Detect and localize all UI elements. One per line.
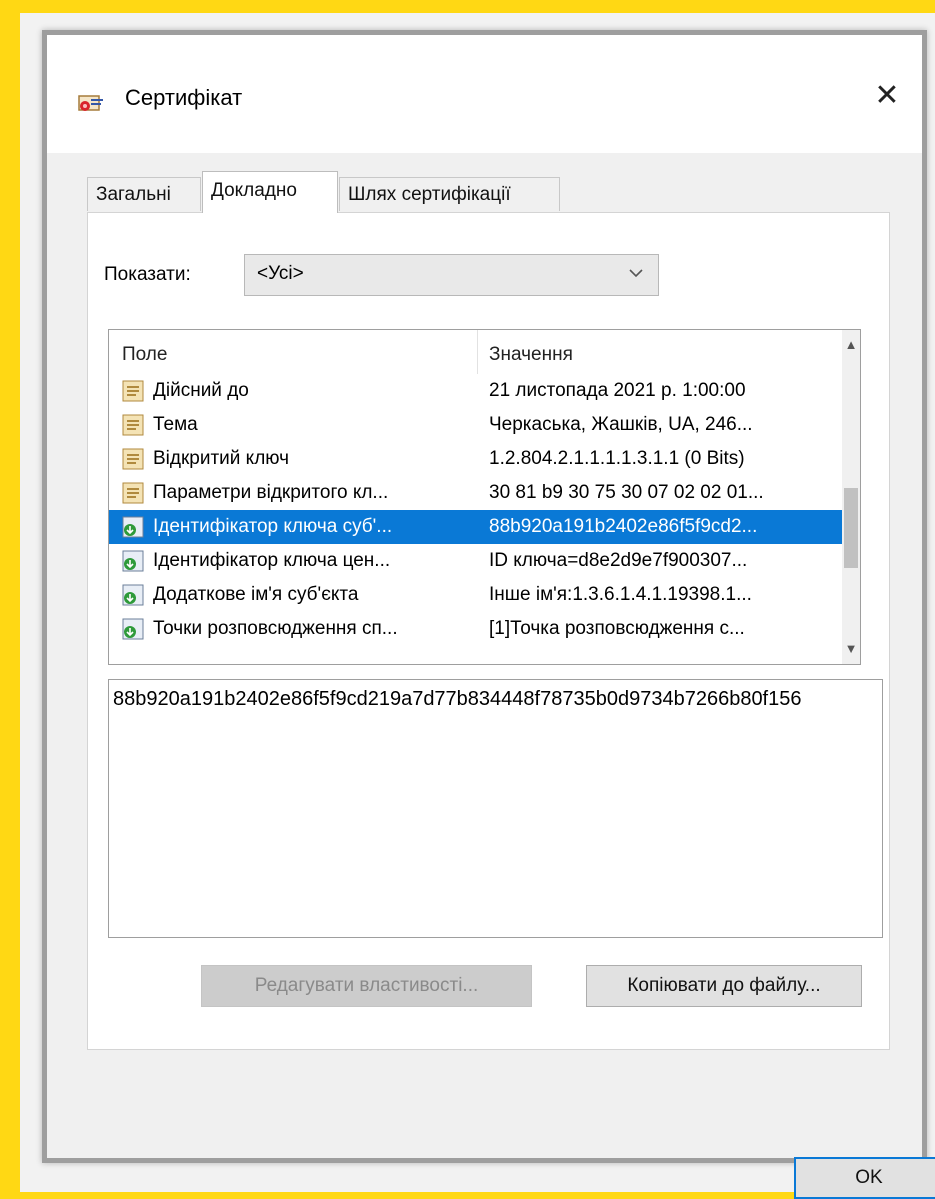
row-value: 1.2.804.2.1.1.1.1.3.1.1 (0 Bits)	[489, 448, 745, 469]
tab-certification-path[interactable]: Шлях сертифікації	[339, 177, 560, 211]
row-field: Параметри відкритого кл...	[153, 482, 389, 503]
row-field: Додаткове ім'я суб'єкта	[153, 584, 359, 605]
ok-button[interactable]: OK	[794, 1157, 935, 1199]
certificate-dialog: Сертифікат ✕ Загальні Докладно Шлях серт…	[42, 30, 935, 1199]
column-separator[interactable]	[477, 330, 478, 374]
edit-properties-button[interactable]: Редагувати властивості...	[201, 965, 532, 1007]
row-value: 30 81 b9 30 75 30 07 02 02 01...	[489, 482, 764, 503]
list-scrollbar[interactable]: ▲ ▼	[842, 330, 860, 664]
row-value: Черкаська, Жашків, UA, 246...	[489, 414, 753, 435]
row-value: 21 листопада 2021 р. 1:00:00	[489, 380, 746, 401]
field-value-textbox[interactable]: 88b920a191b2402e86f5f9cd219a7d77b834448f…	[108, 679, 883, 938]
fields-list[interactable]: Поле Значення Дійсний до 21 листопада 20…	[108, 329, 861, 665]
row-value: 88b920a191b2402e86f5f9cd2...	[489, 516, 758, 537]
title-bar: Сертифікат ✕	[47, 35, 922, 153]
list-row[interactable]: Додаткове ім'я суб'єкта Інше ім'я:1.3.6.…	[109, 578, 843, 612]
row-value: [1]Точка розповсюдження с...	[489, 618, 745, 639]
row-field: Тема	[153, 414, 198, 435]
show-label: Показати:	[104, 264, 191, 285]
row-field: Дійсний до	[153, 380, 249, 401]
list-row[interactable]: Ідентифікатор ключа цен... ID ключа=d8e2…	[109, 544, 843, 578]
dialog-content: Загальні Докладно Шлях сертифікації Пока…	[77, 153, 935, 1199]
row-value: Інше ім'я:1.3.6.1.4.1.19398.1...	[489, 584, 752, 605]
row-field: Ідентифікатор ключа цен...	[153, 550, 391, 571]
certificate-field-icon	[122, 482, 144, 504]
scroll-down-arrow-icon[interactable]: ▼	[842, 638, 860, 660]
row-field: Точки розповсюдження сп...	[153, 618, 398, 639]
row-value: ID ключа=d8e2d9e7f900307...	[489, 550, 748, 571]
column-header-value[interactable]: Значення	[489, 344, 573, 366]
list-row-selected[interactable]: Ідентифікатор ключа суб'... 88b920a191b2…	[109, 510, 843, 544]
show-dropdown-value: <Усі>	[257, 263, 304, 284]
window-title: Сертифікат	[125, 85, 243, 110]
scroll-up-arrow-icon[interactable]: ▲	[842, 334, 860, 356]
certificate-field-icon	[122, 448, 144, 470]
scroll-thumb[interactable]	[844, 488, 858, 568]
show-dropdown[interactable]: <Усі>	[244, 254, 659, 296]
certificate-icon	[78, 95, 103, 111]
chevron-down-icon	[629, 269, 643, 278]
list-row[interactable]: Відкритий ключ 1.2.804.2.1.1.1.1.3.1.1 (…	[109, 442, 843, 476]
row-field: Ідентифікатор ключа суб'...	[153, 516, 393, 537]
copy-to-file-button[interactable]: Копіювати до файлу...	[586, 965, 862, 1007]
certificate-field-icon	[122, 380, 144, 402]
extension-icon	[122, 584, 144, 606]
column-header-field[interactable]: Поле	[122, 344, 167, 366]
extension-icon	[122, 550, 144, 572]
extension-icon	[122, 516, 144, 538]
list-row[interactable]: Дійсний до 21 листопада 2021 р. 1:00:00	[109, 374, 843, 408]
list-row[interactable]: Параметри відкритого кл... 30 81 b9 30 7…	[109, 476, 843, 510]
close-button[interactable]: ✕	[866, 75, 908, 117]
details-panel: Показати: <Усі> Поле Значення Дійсний до…	[87, 212, 890, 1050]
tab-details[interactable]: Докладно	[202, 171, 338, 213]
list-row[interactable]: Точки розповсюдження сп... [1]Точка розп…	[109, 612, 843, 646]
tab-general[interactable]: Загальні	[87, 177, 201, 211]
extension-icon	[122, 618, 144, 640]
list-header: Поле Значення	[109, 330, 843, 374]
list-row[interactable]: Тема Черкаська, Жашків, UA, 246...	[109, 408, 843, 442]
row-field: Відкритий ключ	[153, 448, 290, 469]
certificate-field-icon	[122, 414, 144, 436]
